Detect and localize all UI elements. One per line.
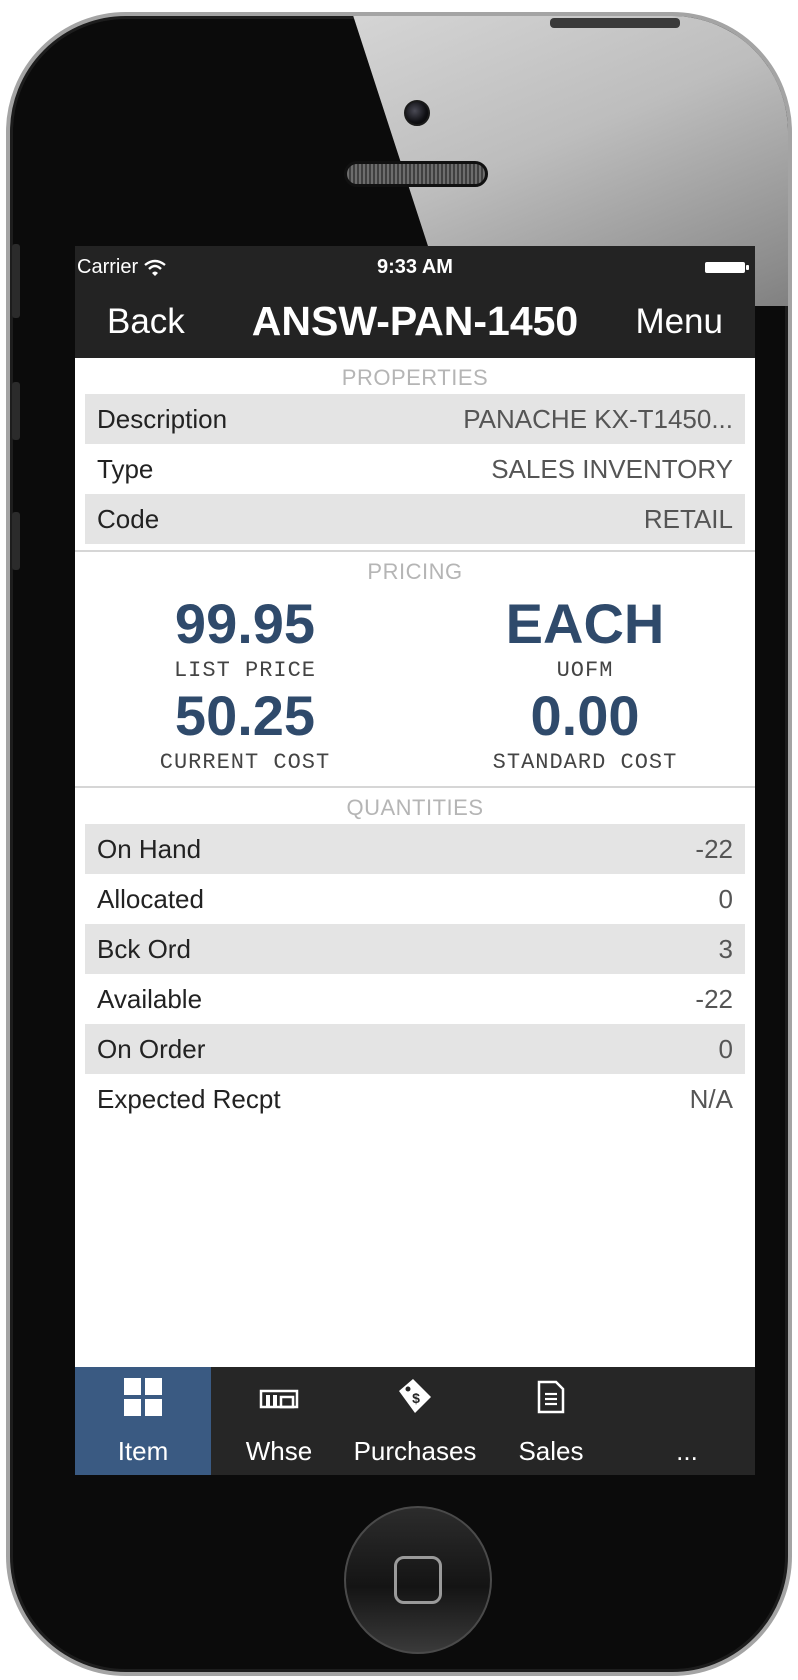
status-bar: Carrier 9:33 AM	[75, 246, 755, 286]
properties-header: PROPERTIES	[341, 365, 489, 390]
property-row-description[interactable]: Description PANACHE KX-T1450...	[85, 394, 745, 444]
tab-label: Sales	[518, 1436, 584, 1466]
pricing-header: PRICING	[367, 559, 463, 584]
tab-whse[interactable]: Whse	[211, 1367, 347, 1475]
menu-button[interactable]: Menu	[635, 302, 723, 342]
property-label: Code	[97, 503, 160, 534]
app-screen: Carrier 9:33 AM Back ANSW-PAN-1450 Menu …	[75, 246, 755, 1475]
quantity-row-expected-receipt[interactable]: Expected Recpt N/A	[85, 1074, 745, 1124]
standard-cost-label: STANDARD COST	[492, 750, 678, 775]
property-row-code[interactable]: Code RETAIL	[85, 494, 745, 544]
uofm-label: UOFM	[556, 658, 614, 683]
volume-down-button	[12, 512, 20, 570]
list-price-label: LIST PRICE	[173, 658, 317, 683]
quantity-value: 3	[718, 933, 733, 964]
quantity-row-on-order[interactable]: On Order 0	[85, 1024, 745, 1074]
price-tag-icon: $	[347, 1375, 483, 1419]
pricing-panel: 99.95 LIST PRICE EACH UOFM 50.25 CURRENT…	[75, 588, 755, 838]
front-camera	[404, 100, 430, 126]
standard-cost-value: 0.00	[530, 684, 640, 747]
property-label: Type	[97, 453, 154, 484]
tab-bar: Item Whse $ Purchases Sales ...	[75, 1367, 755, 1475]
property-value: SALES INVENTORY	[491, 453, 733, 484]
standard-cost-block: 0.00 STANDARD COST	[415, 684, 755, 776]
tab-sales[interactable]: Sales	[483, 1367, 619, 1475]
current-cost-label: CURRENT COST	[159, 750, 331, 775]
quantity-value: -22	[695, 983, 733, 1014]
quantity-label: Allocated	[97, 883, 204, 914]
property-value: RETAIL	[643, 503, 733, 534]
quantity-label: Expected Recpt	[97, 1083, 281, 1114]
mute-switch	[12, 244, 20, 318]
volume-up-button	[12, 382, 20, 440]
quantity-label: On Hand	[97, 833, 202, 864]
quantity-row-back-order[interactable]: Bck Ord 3	[85, 924, 745, 974]
quantity-label: On Order	[97, 1033, 206, 1064]
property-value: PANACHE KX-T1450...	[463, 403, 733, 434]
document-icon	[483, 1375, 619, 1419]
list-price-value: 99.95	[174, 592, 316, 655]
property-row-type[interactable]: Type SALES INVENTORY	[85, 444, 745, 494]
svg-text:$: $	[412, 1390, 420, 1406]
tab-label: ...	[676, 1436, 698, 1466]
grid-icon	[75, 1375, 211, 1419]
quantity-value: 0	[718, 1033, 733, 1064]
quantity-row-allocated[interactable]: Allocated 0	[85, 874, 745, 924]
navigation-bar: Back ANSW-PAN-1450 Menu	[75, 286, 755, 358]
quantity-value: N/A	[689, 1083, 733, 1114]
power-button	[550, 18, 680, 28]
clock: 9:33 AM	[377, 256, 453, 278]
quantity-value: 0	[718, 883, 733, 914]
tab-item[interactable]: Item	[75, 1367, 211, 1475]
list-price-block: 99.95 LIST PRICE	[75, 592, 415, 684]
quantity-row-available[interactable]: Available -22	[85, 974, 745, 1024]
quantity-label: Available	[97, 983, 203, 1014]
uofm-block: EACH UOFM	[415, 592, 755, 684]
property-label: Description	[97, 403, 228, 434]
home-square-icon	[394, 1556, 442, 1604]
tab-label: Whse	[245, 1436, 313, 1466]
battery-icon	[705, 262, 749, 273]
tab-label: Purchases	[353, 1436, 477, 1466]
tab-purchases[interactable]: $ Purchases	[347, 1367, 483, 1475]
home-button[interactable]	[344, 1506, 492, 1654]
current-cost-block: 50.25 CURRENT COST	[75, 684, 415, 776]
current-cost-value: 50.25	[174, 684, 316, 747]
earpiece-speaker	[344, 161, 488, 187]
quantity-label: Bck Ord	[97, 933, 191, 964]
tab-label: Item	[117, 1436, 169, 1466]
warehouse-icon	[211, 1375, 347, 1419]
tab-more[interactable]: ...	[619, 1367, 755, 1475]
quantity-value: -22	[695, 833, 733, 864]
uofm-value: EACH	[505, 592, 665, 655]
